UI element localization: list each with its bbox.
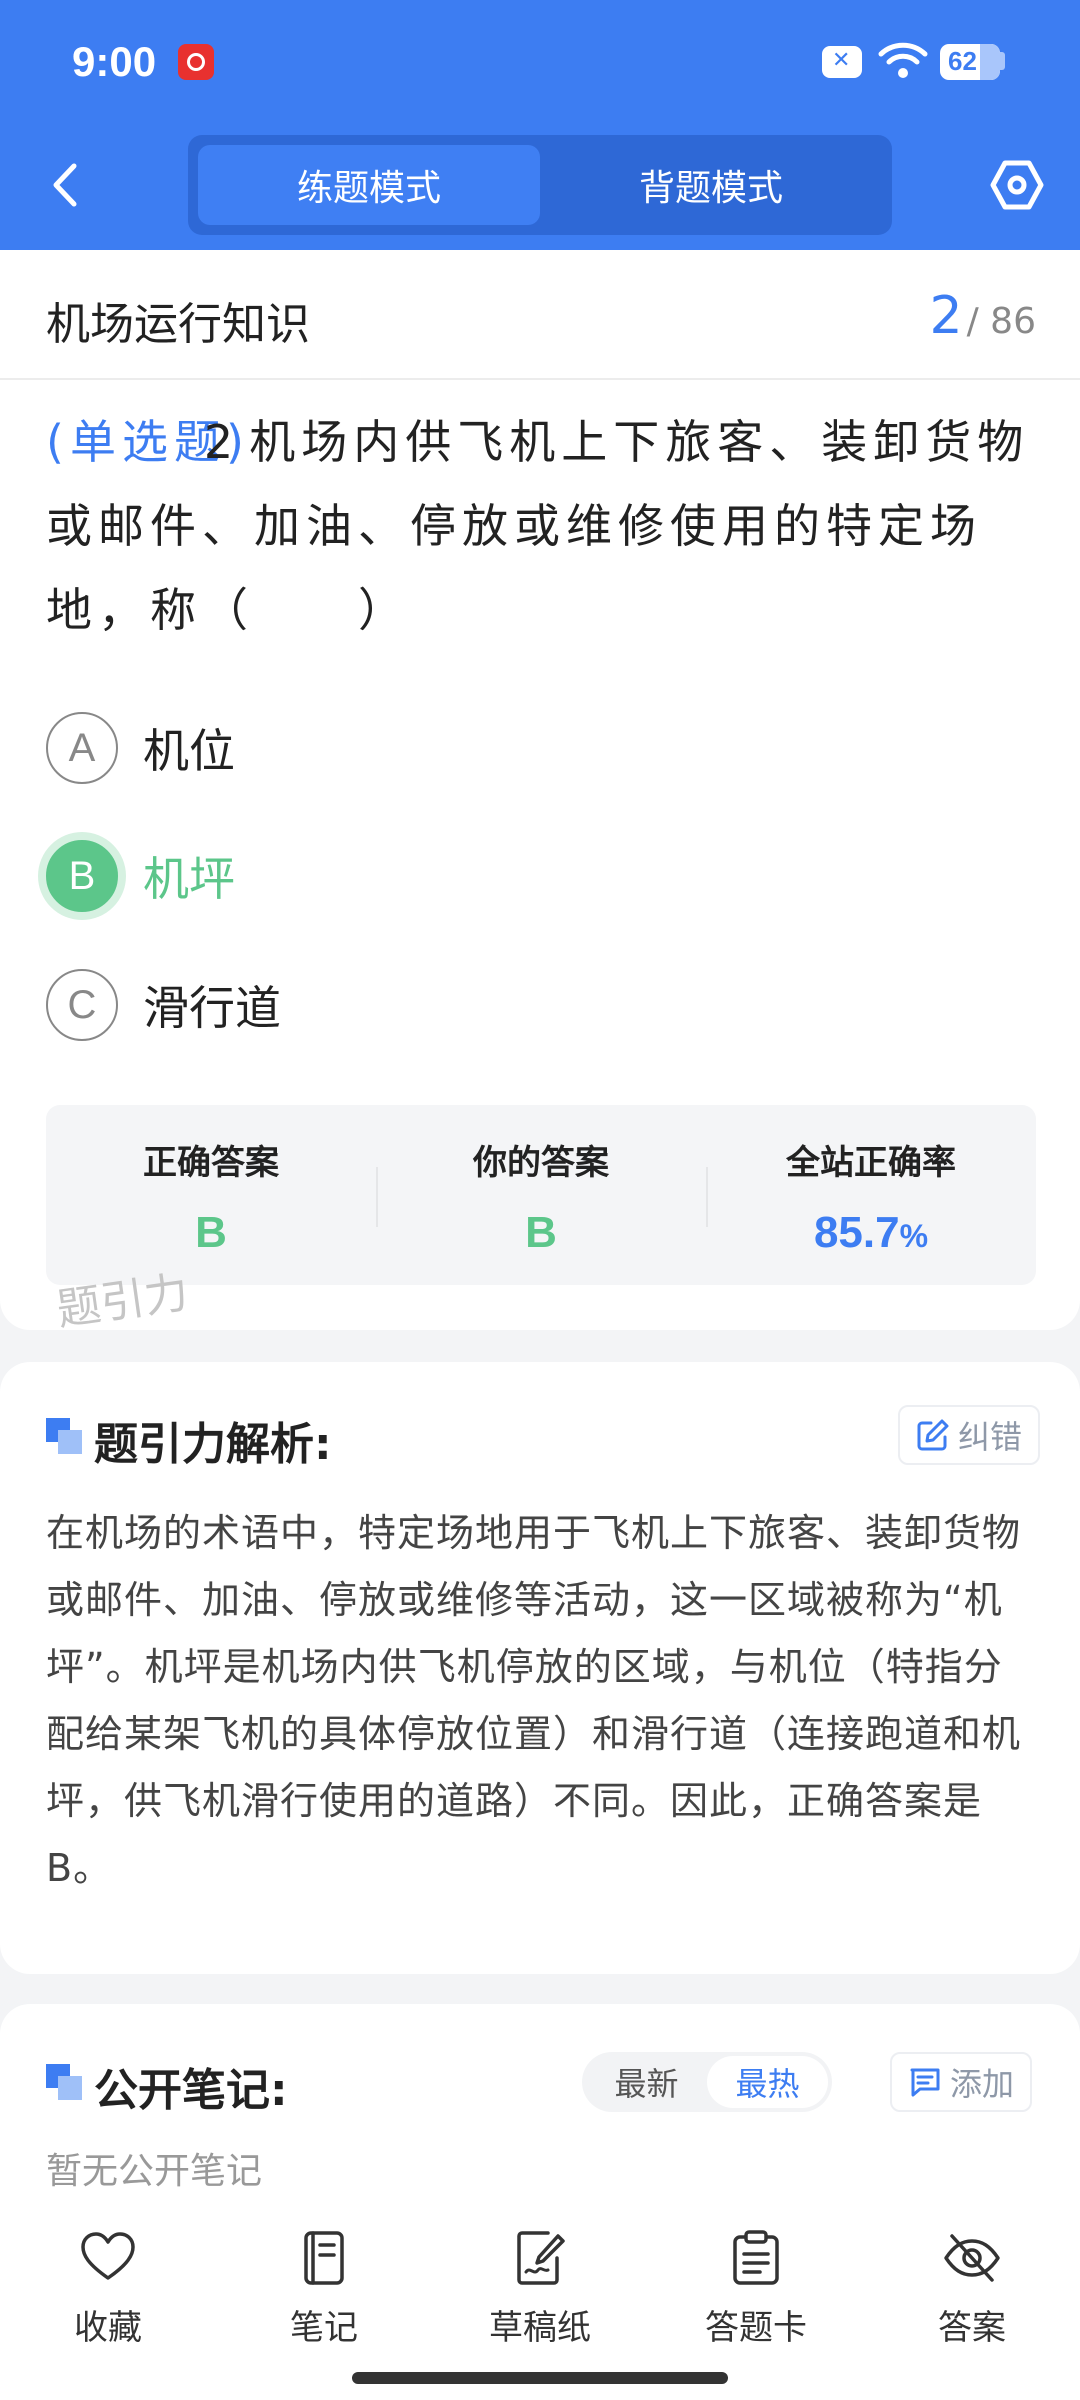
nav-label: 收藏 xyxy=(74,2308,142,2348)
nav-label: 答案 xyxy=(938,2308,1006,2348)
current-question-number: 2 xyxy=(929,286,963,346)
chapter-title: 机场运行知识 xyxy=(46,299,310,350)
analysis-text: 在机场的术语中，特定场地用于飞机上下旅客、装卸货物或邮件、加油、停放或维修等活动… xyxy=(46,1511,1022,1890)
option-letter: C xyxy=(46,969,118,1041)
empty-notes-text: 暂无公开笔记 xyxy=(46,2151,263,2192)
wifi-icon xyxy=(878,42,928,78)
option-text: 机坪 xyxy=(143,852,235,906)
question-progress: 2 / 86 xyxy=(930,286,1036,346)
option-a[interactable]: A 机位 xyxy=(46,712,235,784)
your-answer-label: 你的答案 xyxy=(473,1143,609,1183)
section-squares-icon xyxy=(46,2064,82,2100)
divider xyxy=(0,378,1080,380)
tab-memorize-mode[interactable]: 背题模式 xyxy=(540,145,882,225)
total-questions: / 86 xyxy=(966,301,1036,342)
sort-hottest[interactable]: 最热 xyxy=(707,2056,828,2108)
add-note-button[interactable]: 添加 xyxy=(890,2052,1033,2112)
edit-icon xyxy=(917,1419,949,1451)
option-text: 机位 xyxy=(143,724,235,778)
comment-icon xyxy=(910,2068,940,2097)
draft-paper-icon xyxy=(517,2231,565,2285)
correct-answer-label: 正确答案 xyxy=(143,1143,279,1183)
nav-draft-paper[interactable]: 草稿纸 xyxy=(432,2200,648,2400)
back-button[interactable] xyxy=(40,155,90,215)
battery-level: 62 xyxy=(948,46,977,76)
question-number: 2 xyxy=(203,415,240,469)
notes-title: 公开笔记: xyxy=(94,2065,288,2116)
correct-answer-value: B xyxy=(195,1208,227,1257)
correct-answer: 正确答案 B xyxy=(46,1105,376,1285)
option-b[interactable]: B 机坪 xyxy=(46,840,235,912)
eye-off-icon xyxy=(944,2234,1000,2282)
nav-label: 草稿纸 xyxy=(489,2308,591,2348)
accuracy-rate-unit: % xyxy=(899,1218,929,1254)
notification-app-icon xyxy=(178,44,214,80)
accuracy-rate: 全站正确率 85.7% xyxy=(706,1105,1036,1285)
analysis-title: 题引力解析: xyxy=(94,1419,332,1470)
accuracy-rate-label: 全站正确率 xyxy=(786,1143,956,1183)
report-error-label: 纠错 xyxy=(958,1418,1023,1456)
heart-icon xyxy=(81,2232,135,2280)
nav-label: 笔记 xyxy=(290,2308,358,2348)
notebook-icon xyxy=(304,2231,344,2285)
nav-favorite[interactable]: 收藏 xyxy=(0,2200,216,2400)
battery-icon: 62 xyxy=(940,44,1000,80)
section-squares-icon xyxy=(46,1418,82,1454)
answer-card-icon xyxy=(733,2230,779,2285)
accuracy-rate-number: 85.7 xyxy=(813,1208,900,1257)
question-text: (单选题)2 机场内供飞机上下旅客、装卸货物或邮件、加油、停放或维修使用的特定场地… xyxy=(46,400,1036,652)
nav-notes[interactable]: 笔记 xyxy=(216,2200,432,2400)
bottom-nav: 收藏 笔记 草稿纸 答题卡 答案 xyxy=(0,2200,1080,2400)
home-indicator[interactable] xyxy=(352,2372,728,2384)
notes-sort-toggle: 最新 最热 xyxy=(582,2052,832,2112)
option-letter: A xyxy=(46,712,118,784)
chevron-left-icon xyxy=(53,163,77,207)
your-answer-value: B xyxy=(525,1208,557,1257)
report-error-button[interactable]: 纠错 xyxy=(898,1405,1041,1465)
sort-latest[interactable]: 最新 xyxy=(586,2056,707,2108)
add-note-label: 添加 xyxy=(950,2065,1015,2103)
nav-answer-card[interactable]: 答题卡 xyxy=(648,2200,864,2400)
your-answer: 你的答案 B xyxy=(376,1105,706,1285)
option-c[interactable]: C 滑行道 xyxy=(46,969,281,1041)
settings-icon[interactable] xyxy=(990,158,1044,212)
sim-off-icon xyxy=(822,46,862,78)
tab-practice-mode[interactable]: 练题模式 xyxy=(198,145,540,225)
option-letter: B xyxy=(46,840,118,912)
answer-summary: 正确答案 B 你的答案 B 全站正确率 85.7% xyxy=(46,1105,1036,1285)
status-time: 9:00 xyxy=(72,38,157,85)
option-text: 滑行道 xyxy=(143,981,281,1035)
nav-label: 答题卡 xyxy=(705,2308,807,2348)
nav-toggle-answer[interactable]: 答案 xyxy=(864,2200,1080,2400)
accuracy-rate-value: 85.7% xyxy=(814,1208,928,1258)
mode-switch: 练题模式 背题模式 xyxy=(188,135,892,235)
